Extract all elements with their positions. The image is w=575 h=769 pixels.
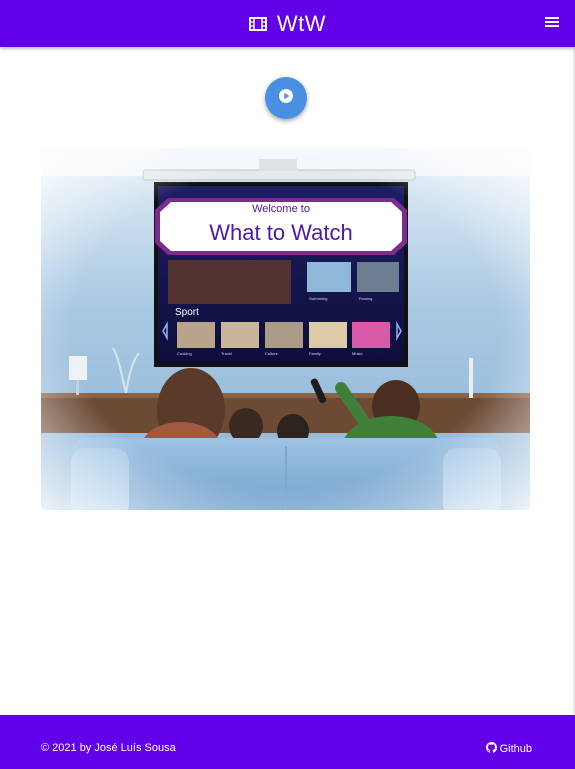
category-culture: Culture bbox=[265, 351, 279, 356]
copyright-text: © 2021 by José Luís Sousa bbox=[41, 742, 176, 754]
thumb-label-swimming: Swimming bbox=[309, 296, 327, 301]
page: WtW Welcome to What to Watch Swimming Ro… bbox=[0, 0, 575, 769]
hero-image: Welcome to What to Watch Swimming Rowing… bbox=[41, 148, 530, 510]
screen-greeting: Welcome to bbox=[252, 203, 310, 215]
github-link[interactable]: Github bbox=[485, 742, 532, 756]
play-button[interactable] bbox=[265, 77, 307, 119]
app-footer: © 2021 by José Luís Sousa Github bbox=[0, 715, 575, 769]
category-family: Family bbox=[309, 351, 321, 356]
screen-title: What to Watch bbox=[209, 220, 352, 245]
app-header: WtW bbox=[0, 0, 575, 47]
github-label: Github bbox=[499, 743, 532, 755]
github-icon bbox=[485, 742, 497, 756]
film-icon bbox=[248, 16, 267, 31]
screen-section-title: Sport bbox=[175, 307, 199, 318]
play-icon bbox=[278, 88, 294, 109]
hamburger-menu-icon[interactable] bbox=[544, 15, 560, 31]
brand[interactable]: WtW bbox=[0, 0, 575, 47]
category-cooking: Cooking bbox=[177, 351, 192, 356]
category-music: Music bbox=[352, 351, 362, 356]
thumb-label-rowing: Rowing bbox=[359, 296, 372, 301]
category-travel: Travel bbox=[221, 351, 232, 356]
app-title: WtW bbox=[276, 10, 327, 36]
